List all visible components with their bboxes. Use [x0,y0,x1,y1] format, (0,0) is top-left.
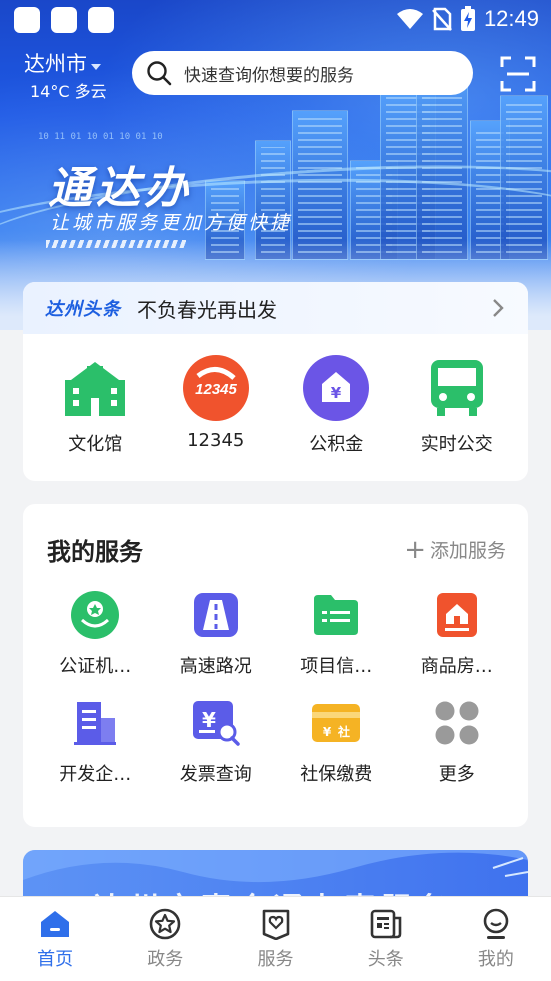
search-input[interactable]: 快速查询你想要的服务 [132,51,473,95]
tab-services[interactable]: 服务 [220,897,330,981]
add-service-button[interactable]: + 添加服务 [404,536,506,563]
slogan-stripes [46,240,186,248]
tab-home[interactable]: 首页 [0,897,110,981]
quick-entry-label: 12345 [187,430,245,451]
binary-decoration: 10 11 01 10 01 10 01 10 [38,132,163,142]
tab-government-affairs[interactable]: 政务 [110,897,220,981]
quick-entry-culture-center[interactable]: 文化馆 [35,354,156,456]
service-highway[interactable]: 高速路况 [156,590,277,698]
plus-icon: + [404,534,426,565]
my-services-card: 我的服务 + 添加服务 公证机… 高速路况 项目信… 商品房… 开发企… ¥ 发… [23,504,528,827]
service-project-info[interactable]: 项目信… [276,590,397,698]
add-service-label: 添加服务 [429,540,506,562]
news-tag: 达州头条 [45,299,121,320]
quick-entry-grid: 文化馆 12345 12345 ¥ 公积金 实时公交 [23,354,528,456]
project-folder-icon [311,590,361,640]
notification-icon [51,7,77,33]
my-services-title: 我的服务 [47,538,143,566]
svg-text:¥: ¥ [323,725,332,739]
tab-label: 服务 [257,949,294,970]
search-icon [147,61,172,86]
service-label: 发票查询 [179,764,252,785]
tab-headlines[interactable]: 头条 [331,897,441,981]
service-grid: 公证机… 高速路况 项目信… 商品房… 开发企… ¥ 发票查询 ¥ 社 社保缴费… [35,590,517,806]
service-social-security-payment[interactable]: ¥ 社 社保缴费 [276,698,397,806]
battery-charging-icon [460,6,475,31]
highway-icon [191,590,241,640]
tab-label: 我的 [477,949,514,970]
quick-entry-housing-fund[interactable]: ¥ 公积金 [276,354,397,456]
news-ticker[interactable]: 达州头条 不负春光再出发 [23,282,528,334]
search-placeholder: 快速查询你想要的服务 [184,65,354,86]
status-bar: 12:49 [0,0,551,40]
notification-icon [88,7,114,33]
service-label: 开发企… [59,764,132,785]
museum-icon [61,354,129,422]
clock: 12:49 [483,6,539,31]
svg-text:¥: ¥ [331,384,342,402]
house-icon [432,590,482,640]
city-selector[interactable]: 达州市 [24,48,101,78]
news-headline: 不负春光再出发 [137,297,277,322]
quick-entry-label: 公积金 [309,434,364,455]
service-more[interactable]: 更多 [397,698,518,806]
quick-entry-label: 文化馆 [68,434,123,455]
svg-text:社: 社 [337,724,350,739]
service-label: 更多 [438,764,475,785]
home-icon [38,907,72,941]
service-label: 公证机… [59,656,132,677]
hero-title: 通达办 [48,163,192,214]
hero-subtitle: 让城市服务更加方便快捷 [50,212,293,234]
heart-box-icon [259,907,293,941]
service-notary[interactable]: 公证机… [35,590,156,698]
svg-text:¥: ¥ [202,708,216,732]
weather: 14°C 多云 [30,82,107,101]
tab-profile[interactable]: 我的 [441,897,551,981]
service-label: 商品房… [420,656,493,677]
tab-label: 首页 [37,949,74,970]
hotline-12345-icon: 12345 [182,354,250,422]
more-dots-icon [432,698,482,748]
tab-label: 头条 [367,949,404,970]
enterprise-building-icon [70,698,120,748]
service-invoice-query[interactable]: ¥ 发票查询 [156,698,277,806]
profile-icon [479,907,513,941]
service-commercial-housing[interactable]: 商品房… [397,590,518,698]
service-label: 社保缴费 [300,764,373,785]
notification-icon [14,7,40,33]
quick-entry-realtime-bus[interactable]: 实时公交 [397,354,518,456]
service-label: 项目信… [300,656,373,677]
service-label: 高速路况 [179,656,252,677]
chevron-down-icon [91,63,101,70]
news-quick-card: 达州头条 不负春光再出发 文化馆 12345 12345 ¥ 公积金 实时公交 [23,282,528,481]
newspaper-icon [369,907,403,941]
invoice-search-icon: ¥ [191,698,241,748]
scan-icon[interactable] [500,56,536,92]
city-name: 达州市 [24,52,87,76]
svg-text:12345: 12345 [195,381,237,398]
notary-icon [70,590,120,640]
bottom-tab-bar: 首页 政务 服务 头条 我的 [0,896,551,981]
wifi-icon [396,9,423,29]
quick-entry-label: 实时公交 [420,434,493,455]
housing-fund-icon: ¥ [302,354,370,422]
star-circle-icon [148,907,182,941]
tab-label: 政务 [147,949,184,970]
social-security-card-icon: ¥ 社 [311,698,361,748]
quick-entry-12345[interactable]: 12345 12345 [156,354,277,456]
service-development-enterprise[interactable]: 开发企… [35,698,156,806]
bus-icon [423,354,491,422]
chevron-right-icon [493,299,504,317]
no-sim-icon [432,7,452,31]
